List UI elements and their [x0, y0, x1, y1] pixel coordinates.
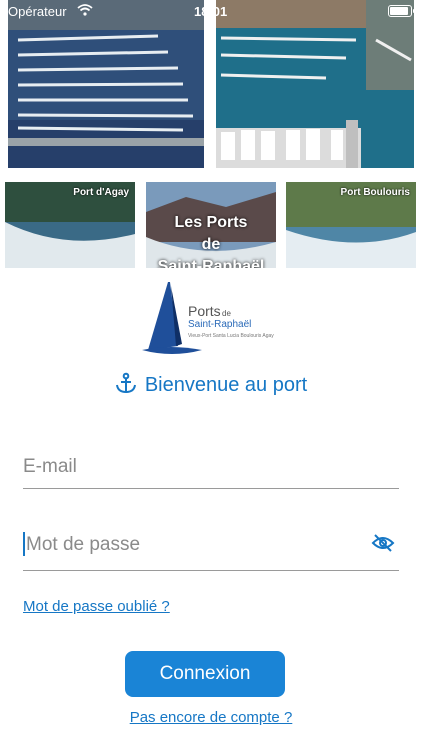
- text-cursor: [23, 532, 25, 556]
- email-placeholder: E-mail: [23, 456, 77, 477]
- tile-port-boulouris[interactable]: Port Boulouris: [286, 182, 416, 268]
- password-field[interactable]: Mot de passe: [23, 528, 399, 571]
- tile-center-title: Les Ports de Saint-Raphaël: [157, 214, 265, 268]
- tile-label-agay: Port d'Agay: [73, 187, 129, 198]
- marina-photo-right: [216, 0, 414, 168]
- anchor-icon: [115, 372, 137, 400]
- marina-photo-left: [8, 0, 204, 168]
- logo-subtitle: Saint-Raphaël: [188, 319, 251, 330]
- tile-port-agay[interactable]: Port d'Agay: [5, 182, 135, 268]
- signup-link[interactable]: Pas encore de compte ?: [0, 709, 422, 726]
- password-placeholder: Mot de passe: [26, 534, 141, 555]
- wifi-icon: [77, 4, 93, 19]
- status-bar: Opérateur 18:01: [0, 0, 422, 22]
- email-field[interactable]: E-mail: [23, 450, 399, 489]
- logo-title: Ports: [188, 303, 221, 319]
- forgot-password-link[interactable]: Mot de passe oublié ?: [23, 598, 170, 615]
- tile-ports-saint-raphael[interactable]: Les Ports de Saint-Raphaël: [146, 182, 276, 268]
- login-button[interactable]: Connexion: [125, 651, 285, 697]
- welcome-text: Bienvenue au port: [144, 374, 308, 396]
- tile-label-boulouris: Port Boulouris: [340, 187, 410, 198]
- logo-ports-list: Vieux-Port Santa Lucia Boulouris Agay: [188, 333, 274, 339]
- battery-icon: [388, 5, 415, 17]
- logo-title-small: de: [222, 309, 231, 318]
- clock: 18:01: [194, 4, 228, 19]
- eye-off-icon[interactable]: [371, 533, 395, 558]
- carrier-label: Opérateur: [8, 4, 67, 19]
- ports-logo: Ports de Saint-Raphaël Vieux-Port Santa …: [140, 280, 280, 360]
- welcome-heading: Bienvenue au port: [0, 372, 422, 400]
